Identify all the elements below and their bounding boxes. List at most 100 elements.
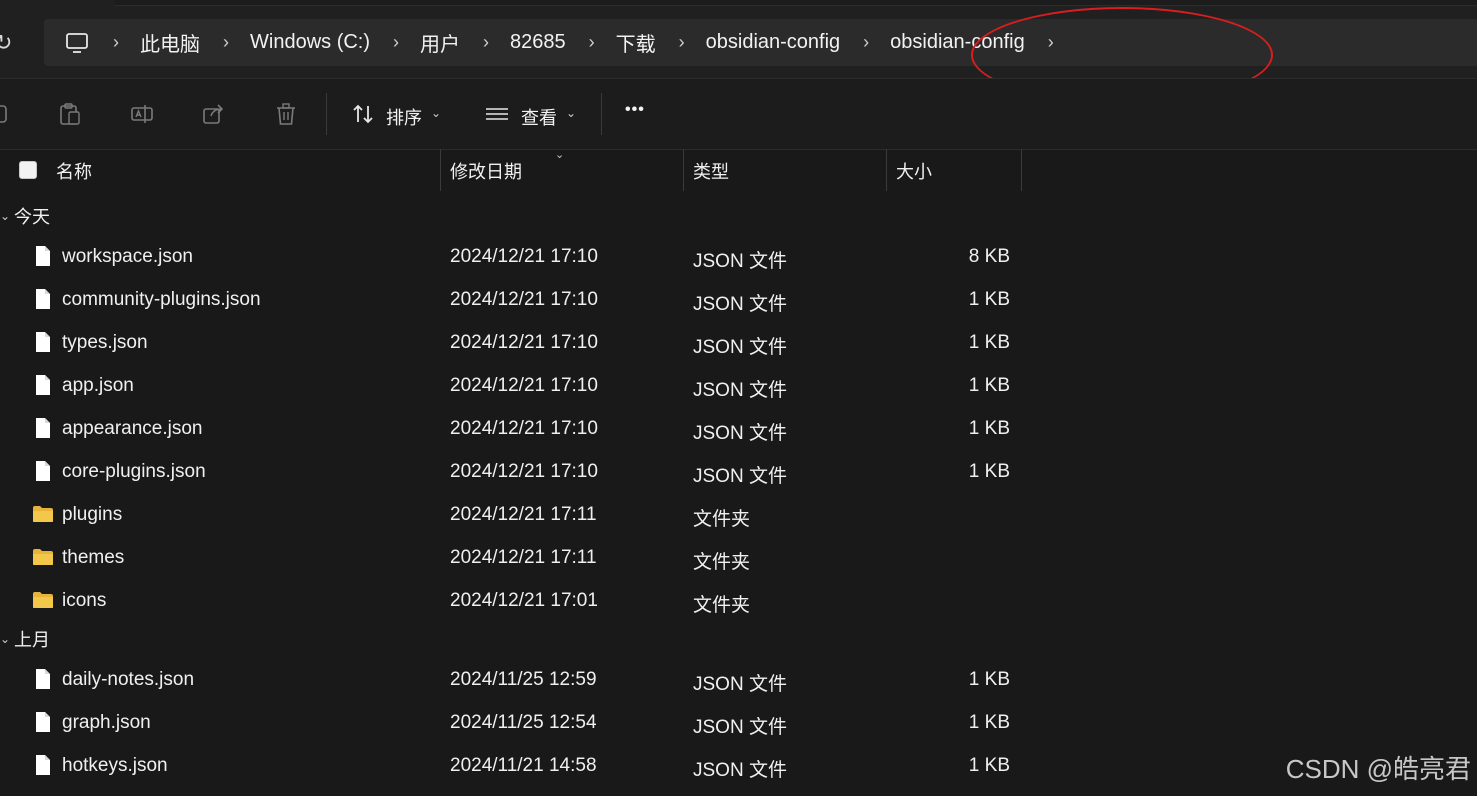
file-name[interactable]: types.json [62, 332, 148, 354]
file-icon [32, 331, 54, 353]
view-button[interactable]: 查看 [521, 104, 557, 130]
breadcrumb-users[interactable]: 用户 [420, 28, 460, 57]
file-row[interactable]: hotkeys.json 2024/11/21 14:58 JSON 文件 1 KB [0, 744, 1030, 787]
file-name[interactable]: appearance.json [62, 418, 203, 440]
file-type: JSON 文件 [693, 760, 787, 781]
computer-icon[interactable] [64, 30, 90, 56]
toolbar-divider [601, 93, 602, 135]
chevron-right-icon[interactable]: › [670, 32, 694, 53]
view-icon[interactable] [484, 101, 510, 127]
file-type: JSON 文件 [693, 423, 787, 444]
copy-icon[interactable] [0, 101, 12, 127]
breadcrumb-drive-c[interactable]: Windows (C:) [250, 31, 370, 54]
chevron-down-icon[interactable]: ⌄ [566, 106, 576, 120]
chevron-right-icon[interactable]: › [580, 32, 604, 53]
file-name[interactable]: hotkeys.json [62, 755, 168, 777]
chevron-right-icon[interactable]: › [1039, 32, 1063, 53]
more-options-button[interactable]: ••• [625, 101, 645, 119]
file-name[interactable]: themes [62, 547, 124, 569]
sort-icon[interactable] [351, 101, 377, 127]
sort-button[interactable]: 排序 [386, 104, 422, 130]
file-size: 1 KB [968, 418, 1010, 439]
group-header-last-month[interactable]: ⌄ 上月 [0, 621, 50, 657]
chevron-right-icon[interactable]: › [854, 32, 878, 53]
chevron-right-icon[interactable]: › [384, 32, 408, 53]
address-bar[interactable]: › 此电脑 › Windows (C:) › 用户 › 82685 › 下载 ›… [44, 19, 1477, 66]
chevron-down-icon[interactable]: ⌄ [431, 106, 441, 120]
folder-icon [32, 546, 54, 568]
rename-icon[interactable] [129, 101, 155, 127]
file-type: JSON 文件 [693, 466, 787, 487]
file-modified-date: 2024/12/21 17:10 [450, 246, 598, 267]
column-header-date[interactable]: 修改日期 [450, 149, 522, 193]
file-row[interactable]: themes 2024/12/21 17:11 文件夹 [0, 536, 1030, 579]
chevron-right-icon[interactable]: › [104, 32, 128, 53]
chevron-right-icon[interactable]: › [214, 32, 238, 53]
file-icon [32, 288, 54, 310]
file-name[interactable]: core-plugins.json [62, 461, 206, 483]
chevron-down-icon[interactable]: ⌄ [0, 632, 14, 646]
file-modified-date: 2024/12/21 17:10 [450, 418, 598, 439]
delete-icon[interactable] [273, 101, 299, 127]
chevron-right-icon[interactable]: › [474, 32, 498, 53]
file-name[interactable]: plugins [62, 504, 122, 526]
file-type: 文件夹 [693, 595, 751, 616]
file-type: 文件夹 [693, 509, 751, 530]
column-header-name[interactable]: 名称 [56, 149, 92, 193]
file-icon [32, 754, 54, 776]
file-icon [32, 711, 54, 733]
file-modified-date: 2024/12/21 17:10 [450, 289, 598, 310]
file-modified-date: 2024/12/21 17:10 [450, 332, 598, 353]
file-name[interactable]: workspace.json [62, 246, 193, 268]
file-icon [32, 374, 54, 396]
file-row[interactable]: community-plugins.json 2024/12/21 17:10 JS… [0, 278, 1030, 321]
group-label: 今天 [14, 207, 50, 227]
file-size: 1 KB [968, 461, 1010, 482]
file-modified-date: 2024/12/21 17:10 [450, 375, 598, 396]
column-divider[interactable] [440, 149, 441, 191]
file-row[interactable]: types.json 2024/12/21 17:10 JSON 文件 1 KB [0, 321, 1030, 364]
file-name[interactable]: community-plugins.json [62, 289, 261, 311]
file-name[interactable]: icons [62, 590, 106, 612]
file-row[interactable]: graph.json 2024/11/25 12:54 JSON 文件 1 KB [0, 701, 1030, 744]
toolbar-divider [326, 93, 327, 135]
file-modified-date: 2024/11/25 12:59 [450, 669, 597, 690]
chevron-down-icon[interactable]: ⌄ [0, 209, 14, 223]
file-name[interactable]: graph.json [62, 712, 151, 734]
file-size: 1 KB [968, 712, 1010, 733]
watermark: CSDN @皓亮君 [1285, 754, 1471, 784]
breadcrumb-downloads[interactable]: 下载 [616, 28, 656, 57]
breadcrumb-this-pc[interactable]: 此电脑 [140, 28, 200, 57]
select-all-checkbox[interactable] [19, 161, 37, 179]
group-header-today[interactable]: ⌄ 今天 [0, 198, 50, 234]
column-divider[interactable] [683, 149, 684, 191]
column-header-size[interactable]: 大小 [896, 149, 932, 193]
column-header-type[interactable]: 类型 [693, 149, 729, 193]
file-row[interactable]: app.json 2024/12/21 17:10 JSON 文件 1 KB [0, 364, 1030, 407]
file-modified-date: 2024/11/21 14:58 [450, 755, 597, 776]
file-row[interactable]: icons 2024/12/21 17:01 文件夹 [0, 579, 1030, 622]
file-modified-date: 2024/12/21 17:11 [450, 547, 597, 568]
refresh-icon[interactable]: ↻ [0, 30, 12, 56]
file-row[interactable]: daily-notes.json 2024/11/25 12:59 JSON 文件 1… [0, 658, 1030, 701]
paste-icon[interactable] [57, 101, 83, 127]
file-modified-date: 2024/12/21 17:11 [450, 504, 597, 525]
file-row[interactable]: plugins 2024/12/21 17:11 文件夹 [0, 493, 1030, 536]
column-divider[interactable] [1021, 149, 1022, 191]
folder-icon [32, 589, 54, 611]
file-icon [32, 417, 54, 439]
breadcrumb-user-folder[interactable]: 82685 [510, 31, 566, 54]
file-row[interactable]: appearance.json 2024/12/21 17:10 JSON 文件 1 … [0, 407, 1030, 450]
file-type: JSON 文件 [693, 674, 787, 695]
column-divider[interactable] [886, 149, 887, 191]
file-name[interactable]: app.json [62, 375, 134, 397]
share-icon[interactable] [201, 101, 227, 127]
file-name[interactable]: daily-notes.json [62, 669, 194, 691]
file-row[interactable]: workspace.json 2024/12/21 17:10 JSON 文件 8 K… [0, 235, 1030, 278]
file-modified-date: 2024/11/25 12:54 [450, 712, 597, 733]
file-type: JSON 文件 [693, 251, 787, 272]
file-type: JSON 文件 [693, 380, 787, 401]
file-row[interactable]: core-plugins.json 2024/12/21 17:10 JSON 文件… [0, 450, 1030, 493]
breadcrumb-obsidian-config-current[interactable]: obsidian-config [890, 31, 1025, 54]
breadcrumb-obsidian-config-parent[interactable]: obsidian-config [706, 31, 841, 54]
